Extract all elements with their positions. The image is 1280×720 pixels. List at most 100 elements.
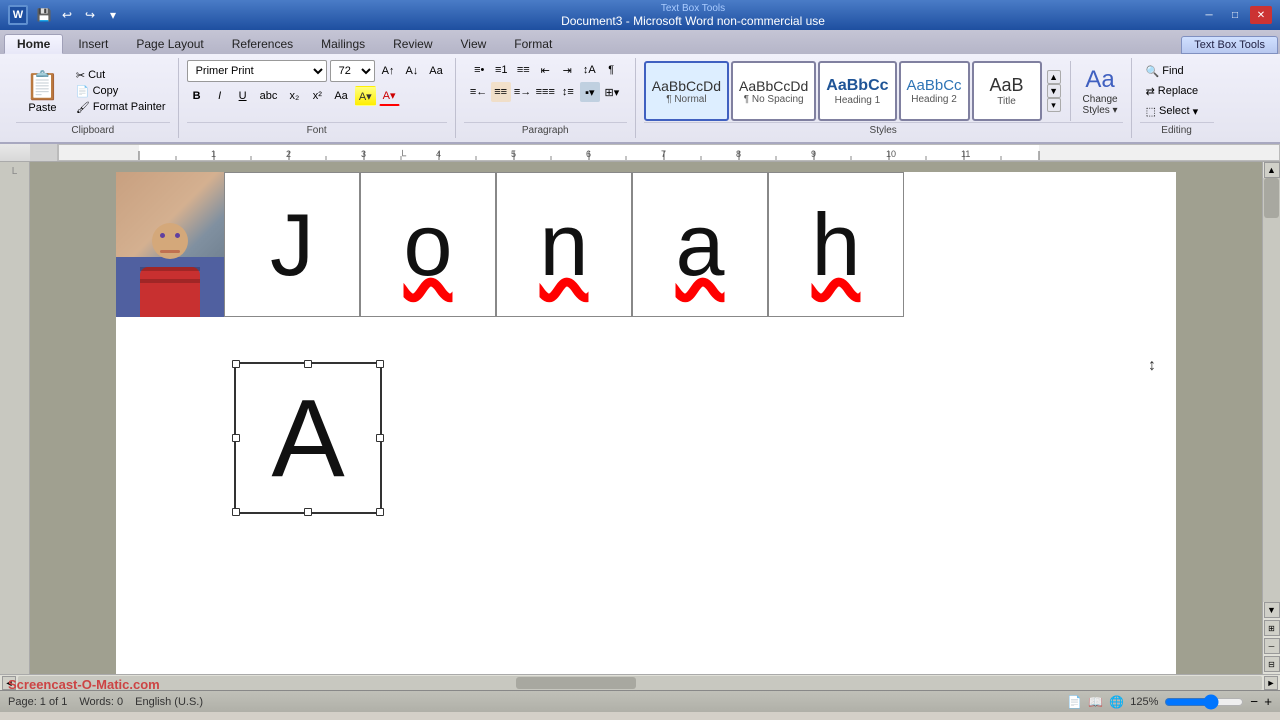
- scroll-track[interactable]: [1263, 178, 1280, 602]
- watermark: Screencast-O-Matic.com: [8, 677, 160, 692]
- minimize-button[interactable]: ─: [1198, 6, 1220, 24]
- underline-button[interactable]: U: [233, 86, 253, 106]
- handle-top-center[interactable]: [304, 360, 312, 368]
- cut-label: Cut: [88, 69, 105, 81]
- styles-group: AaBbCcDd ¶ Normal AaBbCcDd ¶ No Spacing …: [636, 58, 1132, 138]
- align-right-button[interactable]: ≡→: [513, 82, 533, 102]
- tab-insert[interactable]: Insert: [65, 34, 121, 54]
- show-formatting-button[interactable]: ¶: [601, 60, 621, 80]
- tab-format[interactable]: Format: [501, 34, 565, 54]
- undo-button[interactable]: ↩: [57, 5, 77, 25]
- redo-button[interactable]: ↪: [80, 5, 100, 25]
- scroll-up-button[interactable]: ▲: [1264, 162, 1280, 178]
- decrease-indent-button[interactable]: ⇤: [535, 60, 555, 80]
- view-reading-button[interactable]: 📖: [1088, 695, 1103, 709]
- replace-label: Replace: [1158, 85, 1198, 97]
- align-left-button[interactable]: ≡←: [469, 82, 489, 102]
- tab-review[interactable]: Review: [380, 34, 445, 54]
- tab-mailings[interactable]: Mailings: [308, 34, 378, 54]
- close-button[interactable]: ✕: [1250, 6, 1272, 24]
- tab-textbox-tools[interactable]: Text Box Tools: [1181, 36, 1278, 54]
- sort-button[interactable]: ↕A: [579, 60, 599, 80]
- change-styles-button[interactable]: Aa ChangeStyles ▾: [1078, 61, 1123, 121]
- highlight-button[interactable]: A▾: [355, 86, 376, 106]
- bullets-button[interactable]: ≡•: [469, 60, 489, 80]
- cut-button[interactable]: ✂ Cut: [72, 68, 170, 83]
- standalone-letter-box[interactable]: A: [234, 362, 382, 514]
- strikethrough-button[interactable]: abc: [256, 86, 282, 106]
- handle-bottom-right[interactable]: [376, 508, 384, 516]
- shrink-font-button[interactable]: A↓: [401, 61, 422, 81]
- handle-bottom-left[interactable]: [232, 508, 240, 516]
- editing-buttons: 🔍 Find ⇄ Replace ⬚ Select ▾: [1140, 63, 1205, 120]
- copy-button[interactable]: 📄 Copy: [72, 84, 170, 99]
- handle-middle-right[interactable]: [376, 434, 384, 442]
- style-no-spacing-button[interactable]: AaBbCcDd ¶ No Spacing: [731, 61, 816, 121]
- select-button[interactable]: ⬚ Select ▾: [1140, 103, 1205, 120]
- view-normal-button[interactable]: 📄: [1067, 695, 1082, 709]
- superscript-button[interactable]: x²: [307, 86, 327, 106]
- zoom-shrink-button[interactable]: ⊟: [1264, 656, 1280, 672]
- style-heading2-button[interactable]: AaBbCc Heading 2: [899, 61, 970, 121]
- find-button[interactable]: 🔍 Find: [1140, 63, 1205, 80]
- handle-bottom-center[interactable]: [304, 508, 312, 516]
- qa-dropdown[interactable]: ▾: [103, 5, 123, 25]
- style-heading1-button[interactable]: AaBbCc Heading 1: [818, 61, 896, 121]
- tab-references[interactable]: References: [219, 34, 306, 54]
- styles-scroll-down[interactable]: ▼: [1047, 84, 1061, 98]
- tab-page-layout[interactable]: Page Layout: [123, 34, 216, 54]
- tab-home[interactable]: Home: [4, 34, 63, 54]
- replace-button[interactable]: ⇄ Replace: [1140, 83, 1205, 100]
- line-spacing-button[interactable]: ↕≡: [558, 82, 578, 102]
- clipboard-group-content: 📋 Paste ✂ Cut 📄 Copy 🖌 Format Painter: [16, 60, 170, 122]
- left-margin: L: [0, 162, 30, 674]
- bold-button[interactable]: B: [187, 86, 207, 106]
- font-name-selector[interactable]: Primer Print: [187, 60, 327, 82]
- style-title-button[interactable]: AaB Title: [972, 61, 1042, 121]
- view-web-button[interactable]: 🌐: [1109, 695, 1124, 709]
- handle-top-left[interactable]: [232, 360, 240, 368]
- numbering-button[interactable]: ≡1: [491, 60, 511, 80]
- increase-indent-button[interactable]: ⇥: [557, 60, 577, 80]
- styles-group-content: AaBbCcDd ¶ Normal AaBbCcDd ¶ No Spacing …: [644, 60, 1123, 122]
- right-scrollbar: ▲ ▼ ⊞ ─ ⊟: [1262, 162, 1280, 674]
- font-color-button[interactable]: A▾: [379, 86, 400, 106]
- grow-font-button[interactable]: A↑: [378, 61, 399, 81]
- clipboard-secondary-buttons: ✂ Cut 📄 Copy 🖌 Format Painter: [72, 60, 170, 122]
- handle-middle-left[interactable]: [232, 434, 240, 442]
- scroll-right-button[interactable]: ►: [1264, 676, 1278, 690]
- paragraph-group: ≡• ≡1 ≡≡ ⇤ ⇥ ↕A ¶ ≡← ≡≡ ≡→ ≡≡≡ ↕≡ ▪▾ ⊞▾: [456, 58, 636, 138]
- paragraph-label: Paragraph: [464, 122, 627, 136]
- document-area[interactable]: J o n a h: [30, 162, 1262, 674]
- font-size-selector[interactable]: 72: [330, 60, 375, 82]
- shading-button[interactable]: ▪▾: [580, 82, 600, 102]
- person-body: [140, 267, 200, 317]
- styles-scroll-up[interactable]: ▲: [1047, 70, 1061, 84]
- zoom-expand-button[interactable]: ⊞: [1264, 620, 1280, 636]
- italic-button[interactable]: I: [210, 86, 230, 106]
- find-icon: 🔍: [1146, 65, 1160, 78]
- style-normal-button[interactable]: AaBbCcDd ¶ Normal: [644, 61, 729, 121]
- save-button[interactable]: 💾: [34, 5, 54, 25]
- multilevel-button[interactable]: ≡≡: [513, 60, 533, 80]
- clear-format-button[interactable]: Aa: [425, 61, 446, 81]
- zoom-slider[interactable]: [1164, 696, 1244, 708]
- handle-top-right[interactable]: [376, 360, 384, 368]
- h-scroll-track[interactable]: [18, 676, 1262, 690]
- zoom-in-button[interactable]: +: [1264, 694, 1272, 709]
- style-heading1-preview: AaBbCc: [826, 77, 888, 95]
- tab-view[interactable]: View: [448, 34, 500, 54]
- maximize-button[interactable]: □: [1224, 6, 1246, 24]
- justify-button[interactable]: ≡≡≡: [535, 82, 556, 102]
- paste-button[interactable]: 📋 Paste: [16, 60, 69, 122]
- subscript-button[interactable]: x₂: [284, 86, 304, 106]
- styles-expand[interactable]: ▾: [1047, 98, 1061, 112]
- zoom-out-button[interactable]: −: [1250, 694, 1258, 709]
- split-button[interactable]: ─: [1264, 638, 1280, 654]
- scroll-down-button[interactable]: ▼: [1264, 602, 1280, 618]
- borders-button[interactable]: ⊞▾: [602, 82, 622, 102]
- svg-text:10: 10: [886, 149, 896, 159]
- text-effects-button[interactable]: Aa: [330, 86, 351, 106]
- align-center-button[interactable]: ≡≡: [491, 82, 511, 102]
- format-painter-button[interactable]: 🖌 Format Painter: [72, 100, 170, 115]
